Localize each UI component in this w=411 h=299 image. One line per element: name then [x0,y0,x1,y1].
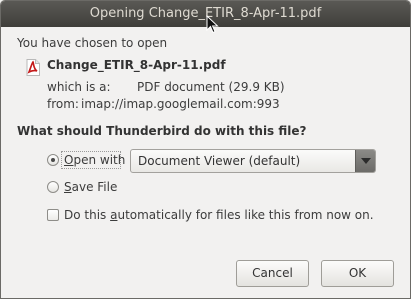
ok-button[interactable]: OK [321,260,394,287]
file-type-label: which is a: [47,80,111,94]
application-select-value: Document Viewer (default) [138,154,301,168]
open-file-dialog: Opening Change_ETIR_8-Apr-11.pdf You hav… [0,0,411,299]
file-source-value: imap://imap.googlemail.com:993 [81,97,280,111]
action-question: What should Thunderbird do with this fil… [17,124,307,138]
open-with-radio[interactable] [47,154,59,166]
mouse-pointer-icon [206,15,219,34]
save-file-label[interactable]: Save File [64,180,117,194]
cancel-button[interactable]: Cancel [236,260,309,287]
intro-text: You have chosen to open [17,36,168,50]
auto-label[interactable]: Do this automatically for files like thi… [64,208,374,222]
file-type-value: PDF document (29.9 KB) [137,80,285,94]
chevron-down-icon[interactable] [355,150,375,172]
save-file-radio[interactable] [47,181,59,193]
file-source-label: from: [47,97,79,111]
auto-checkbox[interactable] [47,209,59,221]
file-name: Change_ETIR_8-Apr-11.pdf [47,58,226,72]
open-with-label[interactable]: Open with [64,153,125,167]
pdf-icon [26,59,40,76]
application-select[interactable]: Document Viewer (default) [130,149,376,173]
save-file-accel: S [64,180,72,194]
